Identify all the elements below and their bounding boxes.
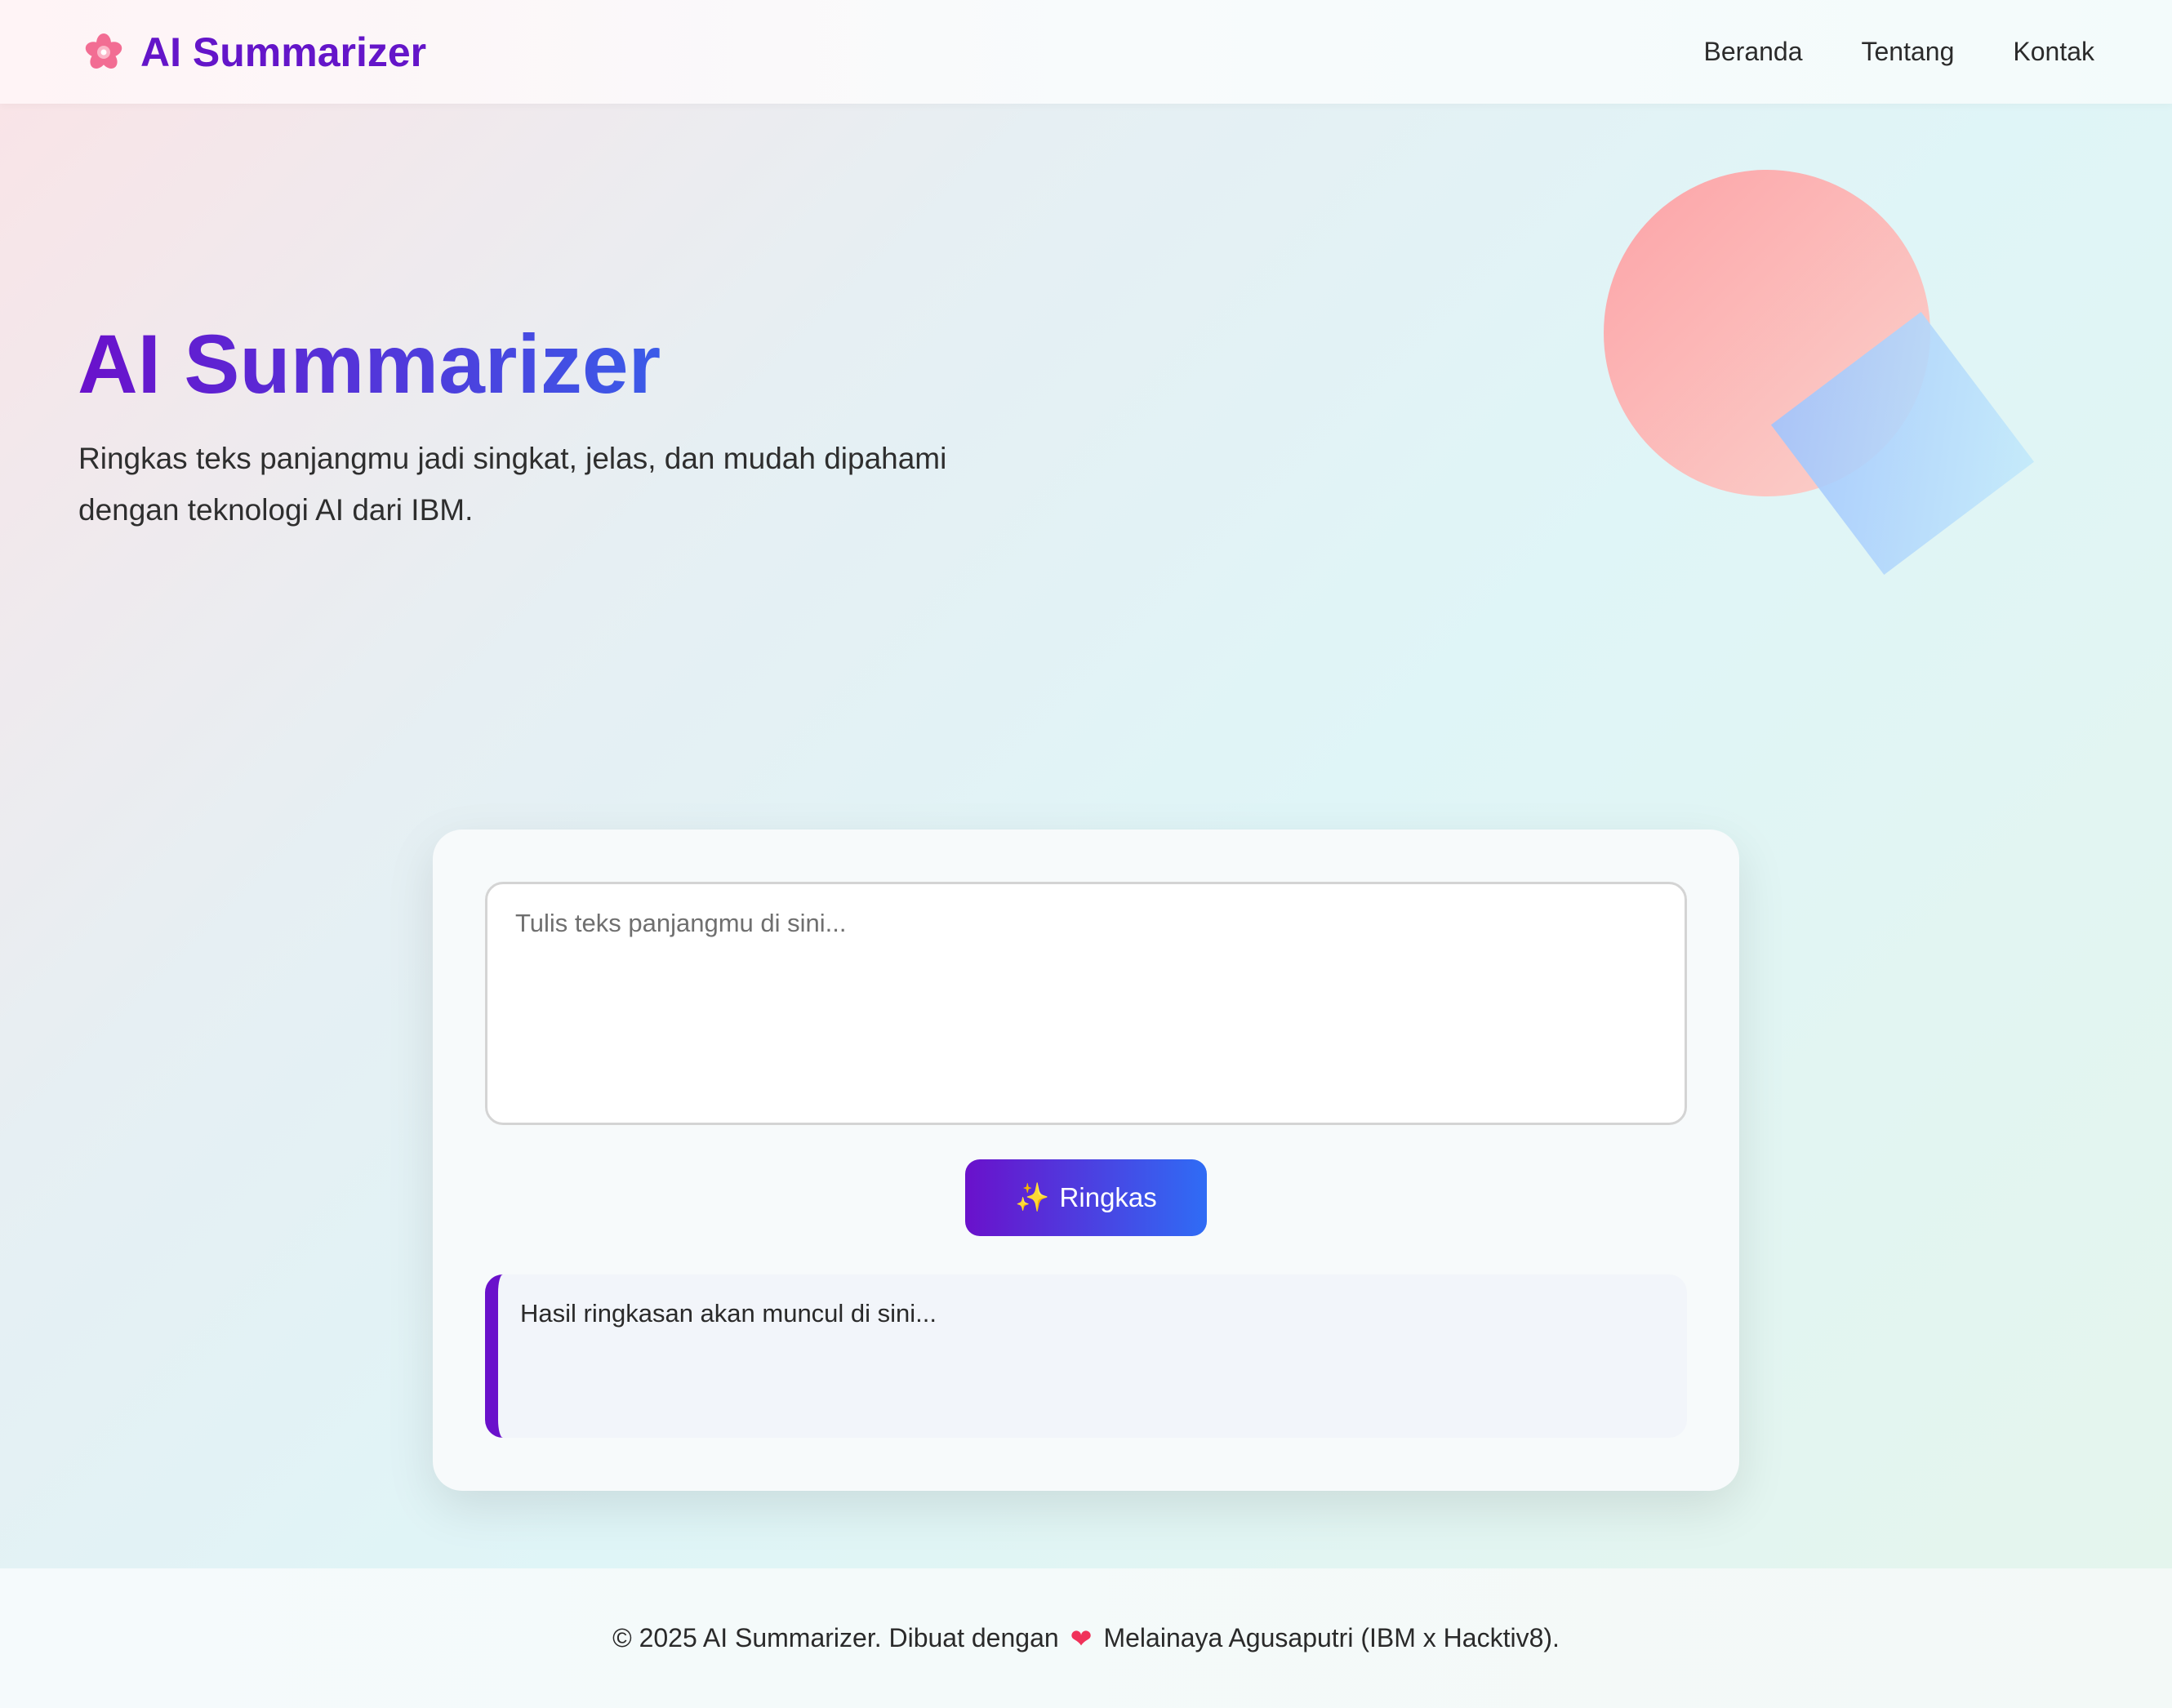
footer-text-before: © 2025 AI Summarizer. Dibuat dengan xyxy=(612,1623,1059,1652)
heart-icon: ❤ xyxy=(1070,1623,1093,1653)
flower-icon xyxy=(85,33,122,69)
summary-result: Hasil ringkasan akan muncul di sini... xyxy=(485,1274,1687,1438)
nav-link-kontak[interactable]: Kontak xyxy=(2013,37,2094,67)
site-header: AI Summarizer Beranda Tentang Kontak xyxy=(0,0,2172,104)
main-nav: Beranda Tentang Kontak xyxy=(1704,37,2094,67)
brand-title: AI Summarizer xyxy=(140,29,427,75)
footer-text-after: Melainaya Agusaputri (IBM x Hacktiv8). xyxy=(1103,1623,1560,1652)
hero-subtitle-line-2: dengan teknologi AI dari IBM. xyxy=(78,493,474,527)
brand[interactable]: AI Summarizer xyxy=(82,29,426,76)
sparkles-icon: ✨ xyxy=(1015,1182,1050,1213)
text-input[interactable] xyxy=(485,882,1687,1125)
summarizer-card: ✨ Ringkas Hasil ringkasan akan muncul di… xyxy=(433,830,1739,1491)
hero-subtitle: Ringkas teks panjangmu jadi singkat, jel… xyxy=(78,433,1009,536)
nav-link-tentang[interactable]: Tentang xyxy=(1862,37,1955,67)
hero-subtitle-line-1: Ringkas teks panjangmu jadi singkat, jel… xyxy=(78,442,947,475)
nav-link-beranda[interactable]: Beranda xyxy=(1704,37,1803,67)
summarize-button[interactable]: ✨ Ringkas xyxy=(965,1159,1207,1236)
hero-title: AI Summarizer xyxy=(78,318,661,411)
summary-result-text: Hasil ringkasan akan muncul di sini... xyxy=(520,1299,937,1328)
summarize-button-label: Ringkas xyxy=(1059,1182,1157,1212)
site-footer: © 2025 AI Summarizer. Dibuat dengan ❤ Me… xyxy=(0,1568,2172,1708)
